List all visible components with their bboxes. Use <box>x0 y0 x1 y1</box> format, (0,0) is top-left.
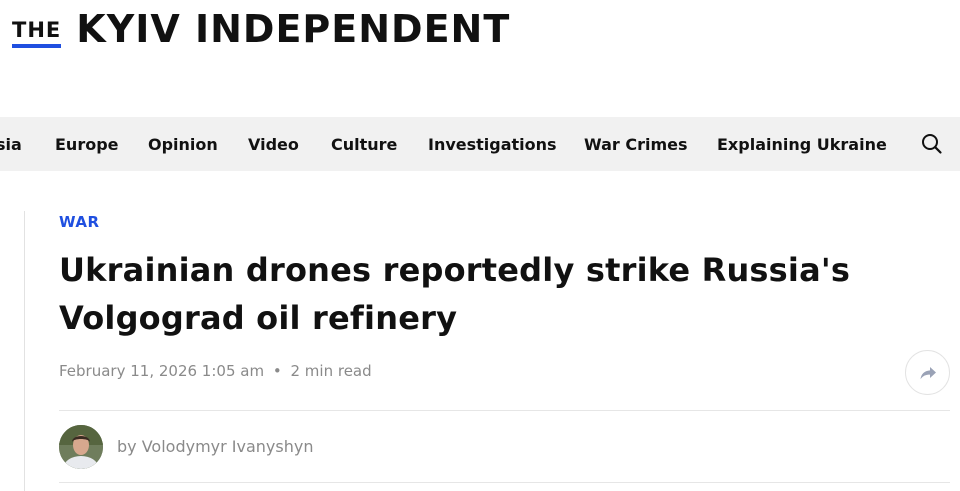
nav-item-europe[interactable]: Europe <box>55 135 119 155</box>
main-navigation: sia Europe Opinion Video Culture Investi… <box>0 117 960 171</box>
nav-item-investigations[interactable]: Investigations <box>428 135 557 155</box>
author-photo <box>59 425 103 469</box>
author-avatar[interactable] <box>59 425 103 469</box>
publish-date: February 11, 2026 1:05 am <box>59 362 265 380</box>
article-headline: Ukrainian drones reportedly strike Russi… <box>59 246 929 342</box>
logo-wordmark: KYIV INDEPENDENT <box>76 7 511 51</box>
byline-divider <box>59 482 950 483</box>
nav-item-culture[interactable]: Culture <box>331 135 397 155</box>
site-logo-link[interactable]: THE KYIV INDEPENDENT <box>12 4 510 48</box>
nav-item-opinion[interactable]: Opinion <box>148 135 218 155</box>
nav-item-war-crimes[interactable]: War Crimes <box>584 135 688 155</box>
headline-line-2: Volgograd oil refinery <box>59 299 458 337</box>
nav-item-video[interactable]: Video <box>248 135 299 155</box>
nav-item-russia[interactable]: sia <box>0 135 22 155</box>
author-byline[interactable]: by Volodymyr Ivanyshyn <box>117 437 313 456</box>
meta-separator: • <box>272 362 282 380</box>
search-icon <box>922 134 942 154</box>
share-arrow-icon <box>920 366 936 379</box>
search-button[interactable] <box>919 131 945 157</box>
headline-line-1: Ukrainian drones reportedly strike Russi… <box>59 251 851 289</box>
logo-the: THE <box>12 20 62 48</box>
nav-item-explaining-ukraine[interactable]: Explaining Ukraine <box>717 135 887 155</box>
share-button[interactable] <box>905 350 950 395</box>
category-tag[interactable]: WAR <box>59 213 100 231</box>
meta-divider <box>59 410 950 411</box>
sidebar-divider <box>24 211 25 491</box>
article-meta: February 11, 2026 1:05 am • 2 min read <box>59 362 372 380</box>
read-time: 2 min read <box>290 362 372 380</box>
